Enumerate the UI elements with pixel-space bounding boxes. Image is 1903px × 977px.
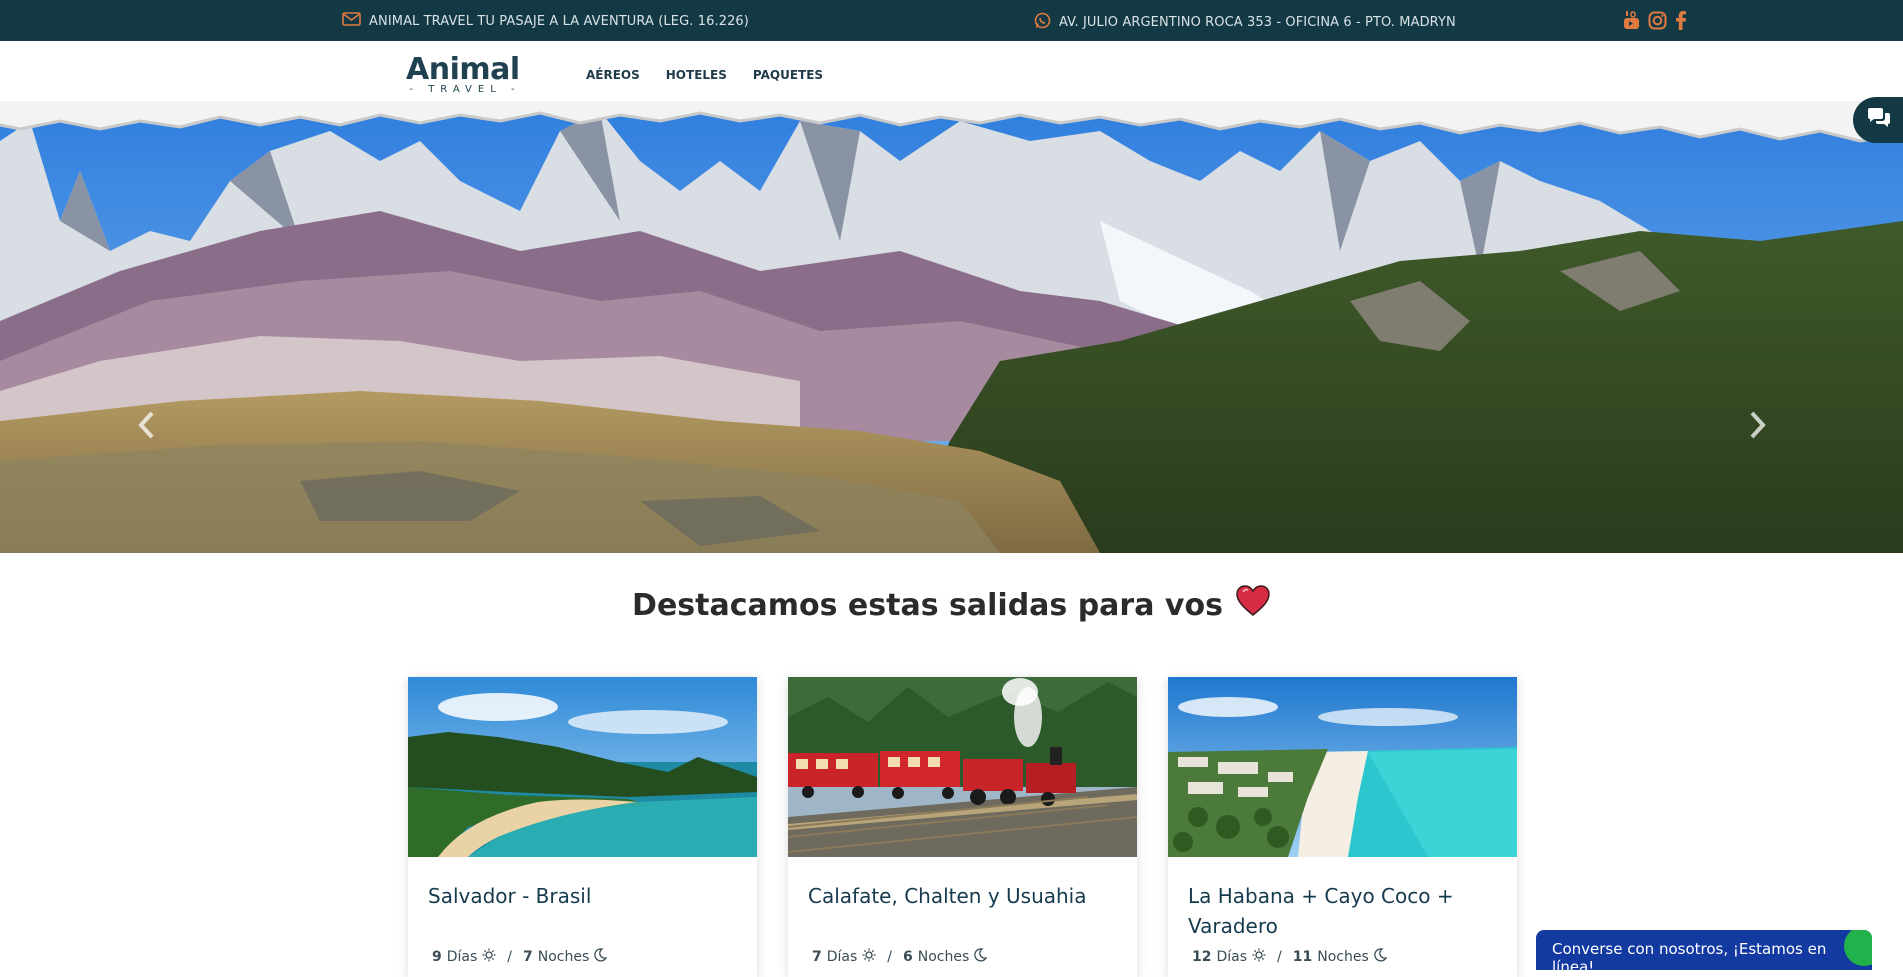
heart-icon [1235,585,1271,625]
meta-separator: / [887,949,893,965]
youtube-icon[interactable] [1623,10,1640,34]
days-count: 9 [432,949,442,965]
tour-card-image[interactable] [408,677,757,857]
top-bar-tagline: ANIMAL TRAVEL TU PASAJE A LA AVENTURA (L… [342,12,749,30]
nights-count: 11 [1292,949,1313,965]
tour-card[interactable]: La Habana + Cayo Coco + Varadero 12 Días… [1168,677,1517,977]
tour-card-title[interactable]: Calafate, Chalten y Usuahia [788,881,1137,911]
moon-icon [594,948,608,966]
days-label: Días [826,949,858,965]
featured-section-title: Destacamos estas salidas para vos [0,585,1903,625]
main-navbar: Animal - TRAVEL - AÉREOS HOTELES PAQUETE… [0,41,1903,101]
tour-card-title[interactable]: Salvador - Brasil [408,881,757,911]
chat-bubbles-icon [1866,107,1892,133]
instagram-icon[interactable] [1648,11,1667,34]
chevron-right-icon [1749,410,1767,444]
menu-item-aereos[interactable]: AÉREOS [586,68,640,82]
days-count: 7 [812,949,822,965]
meta-separator: / [1277,949,1282,965]
moon-icon [1373,948,1388,966]
menu-item-paquetes[interactable]: PAQUETES [753,68,823,82]
main-menu: AÉREOS HOTELES PAQUETES [586,68,823,82]
moon-icon [974,948,988,966]
days-count: 12 [1192,949,1212,965]
days-label: Días [446,949,478,965]
nights-count: 6 [903,949,913,965]
top-info-bar: ANIMAL TRAVEL TU PASAJE A LA AVENTURA (L… [0,0,1903,41]
sun-icon [482,948,496,966]
logo-sub: - TRAVEL - [409,84,521,95]
hero-slider [0,101,1903,553]
sun-icon [1252,948,1266,966]
logo-word: Animal [406,52,520,87]
menu-item-hoteles[interactable]: HOTELES [666,68,727,82]
address-text: AV. JULIO ARGENTINO ROCA 353 - OFICINA 6… [1059,15,1456,30]
live-chat-label: Converse con nosotros, ¡Estamos en línea… [1552,940,1827,970]
chevron-left-icon [137,410,155,444]
tour-card-title[interactable]: La Habana + Cayo Coco + Varadero [1168,881,1517,941]
tagline-text: ANIMAL TRAVEL TU PASAJE A LA AVENTURA (L… [369,13,749,29]
chat-status-indicator [1844,930,1872,966]
tour-card-duration: 7 Días / 6 Noches [812,948,988,966]
tour-card[interactable]: Salvador - Brasil 9 Días / 7 Noches [408,677,757,977]
nights-label: Noches [1317,949,1369,965]
tour-card-image[interactable] [788,677,1137,857]
hero-image [0,101,1903,553]
tour-card[interactable]: Calafate, Chalten y Usuahia 7 Días / 6 N… [788,677,1137,977]
top-bar-address: AV. JULIO ARGENTINO ROCA 353 - OFICINA 6… [1034,12,1456,33]
nights-label: Noches [917,949,970,965]
tour-card-image[interactable] [1168,677,1517,857]
days-label: Días [1216,949,1248,965]
brand-logo[interactable]: Animal - TRAVEL - [406,55,524,99]
slider-prev-button[interactable] [131,397,161,457]
nights-count: 7 [523,949,533,965]
mail-icon [342,12,361,30]
meta-separator: / [507,949,513,965]
slider-next-button[interactable] [1743,397,1773,457]
whatsapp-icon[interactable] [1034,12,1051,33]
social-links [1623,10,1687,34]
live-chat-bar[interactable]: Converse con nosotros, ¡Estamos en línea… [1536,930,1872,970]
tour-card-duration: 12 Días / 11 Noches [1192,948,1388,966]
sun-icon [862,948,876,966]
nights-label: Noches [537,949,590,965]
facebook-icon[interactable] [1675,10,1687,34]
chat-side-tab[interactable] [1853,97,1903,143]
section-title-text: Destacamos estas salidas para vos [632,587,1223,623]
tour-card-duration: 9 Días / 7 Noches [432,948,608,966]
